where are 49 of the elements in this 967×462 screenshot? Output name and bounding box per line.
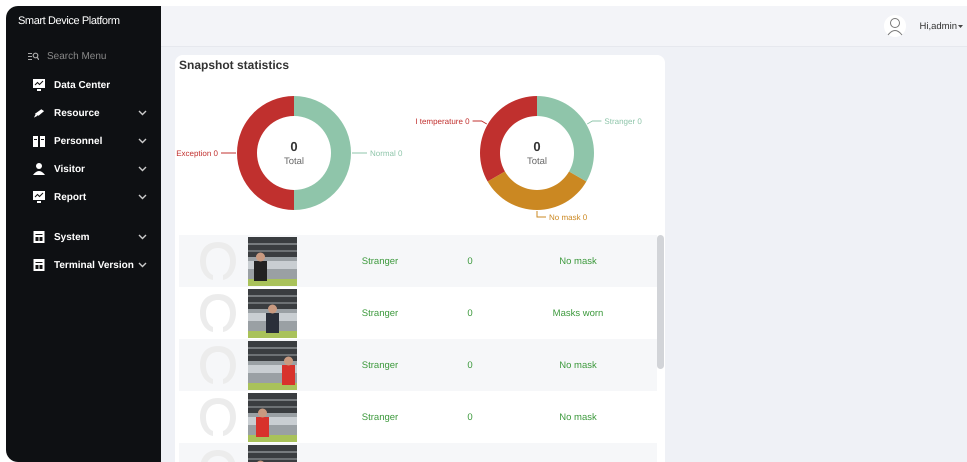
segment-label: Exception 0	[176, 149, 218, 158]
total-label: Total	[284, 156, 304, 167]
leader-line	[220, 152, 236, 154]
table-cell: 0	[467, 256, 473, 266]
total-value: 0	[290, 139, 298, 154]
monitor-icon	[33, 191, 45, 203]
segment-label: Normal 0	[370, 149, 402, 158]
document-icon	[33, 259, 45, 271]
table-cell: 0	[467, 360, 473, 370]
menu-item[interactable]: Report	[6, 183, 161, 211]
people-icon	[33, 135, 45, 147]
table-cell: Stranger	[362, 256, 398, 266]
segment-label: Stranger 0	[604, 117, 642, 126]
table-cell: Stranger	[362, 412, 398, 422]
user-menu[interactable]: Hi,admin	[920, 20, 957, 32]
user-avatar-icon[interactable]	[884, 15, 906, 37]
menu-item[interactable]: Resource	[6, 99, 161, 127]
segment-label: No mask 0	[549, 213, 588, 222]
search-field[interactable]: Search Menu	[47, 50, 137, 62]
scrollbar[interactable]	[657, 235, 664, 369]
app-title: Smart Device Platform	[17, 14, 121, 29]
menu-item[interactable]: Data Center	[6, 71, 161, 99]
table-row[interactable]: Stranger 0 No mask	[179, 235, 657, 287]
document-icon	[33, 231, 45, 243]
table-cell: Masks worn	[552, 308, 604, 318]
search-icon	[28, 52, 39, 60]
table-row[interactable]: Stranger 0 No mask	[179, 339, 657, 391]
card-title: Snapshot statistics	[178, 57, 290, 74]
table-cell: Stranger	[362, 308, 398, 318]
monitor-icon	[33, 79, 45, 91]
leader-line	[352, 152, 368, 154]
leader-line	[586, 120, 602, 124]
table-cell: 0	[467, 308, 473, 318]
person-icon	[33, 163, 45, 175]
caret-icon[interactable]	[958, 24, 963, 28]
segment-label: I temperature 0	[415, 117, 470, 126]
total-value: 0	[533, 139, 541, 154]
table-cell: 0	[467, 412, 473, 422]
table-cell: No mask	[559, 360, 597, 370]
leader-line	[536, 210, 546, 218]
table-cell: Stranger	[362, 360, 398, 370]
menu-item[interactable]: Visitor	[6, 155, 161, 183]
total-label: Total	[526, 156, 548, 167]
menu-item[interactable]: Terminal Version	[6, 251, 161, 279]
menu-item[interactable]: System	[6, 223, 161, 251]
table-cell: No mask	[559, 412, 597, 422]
menu-item[interactable]: Personnel	[6, 127, 161, 155]
leader-line	[472, 120, 488, 124]
table-cell: No mask	[559, 256, 597, 266]
